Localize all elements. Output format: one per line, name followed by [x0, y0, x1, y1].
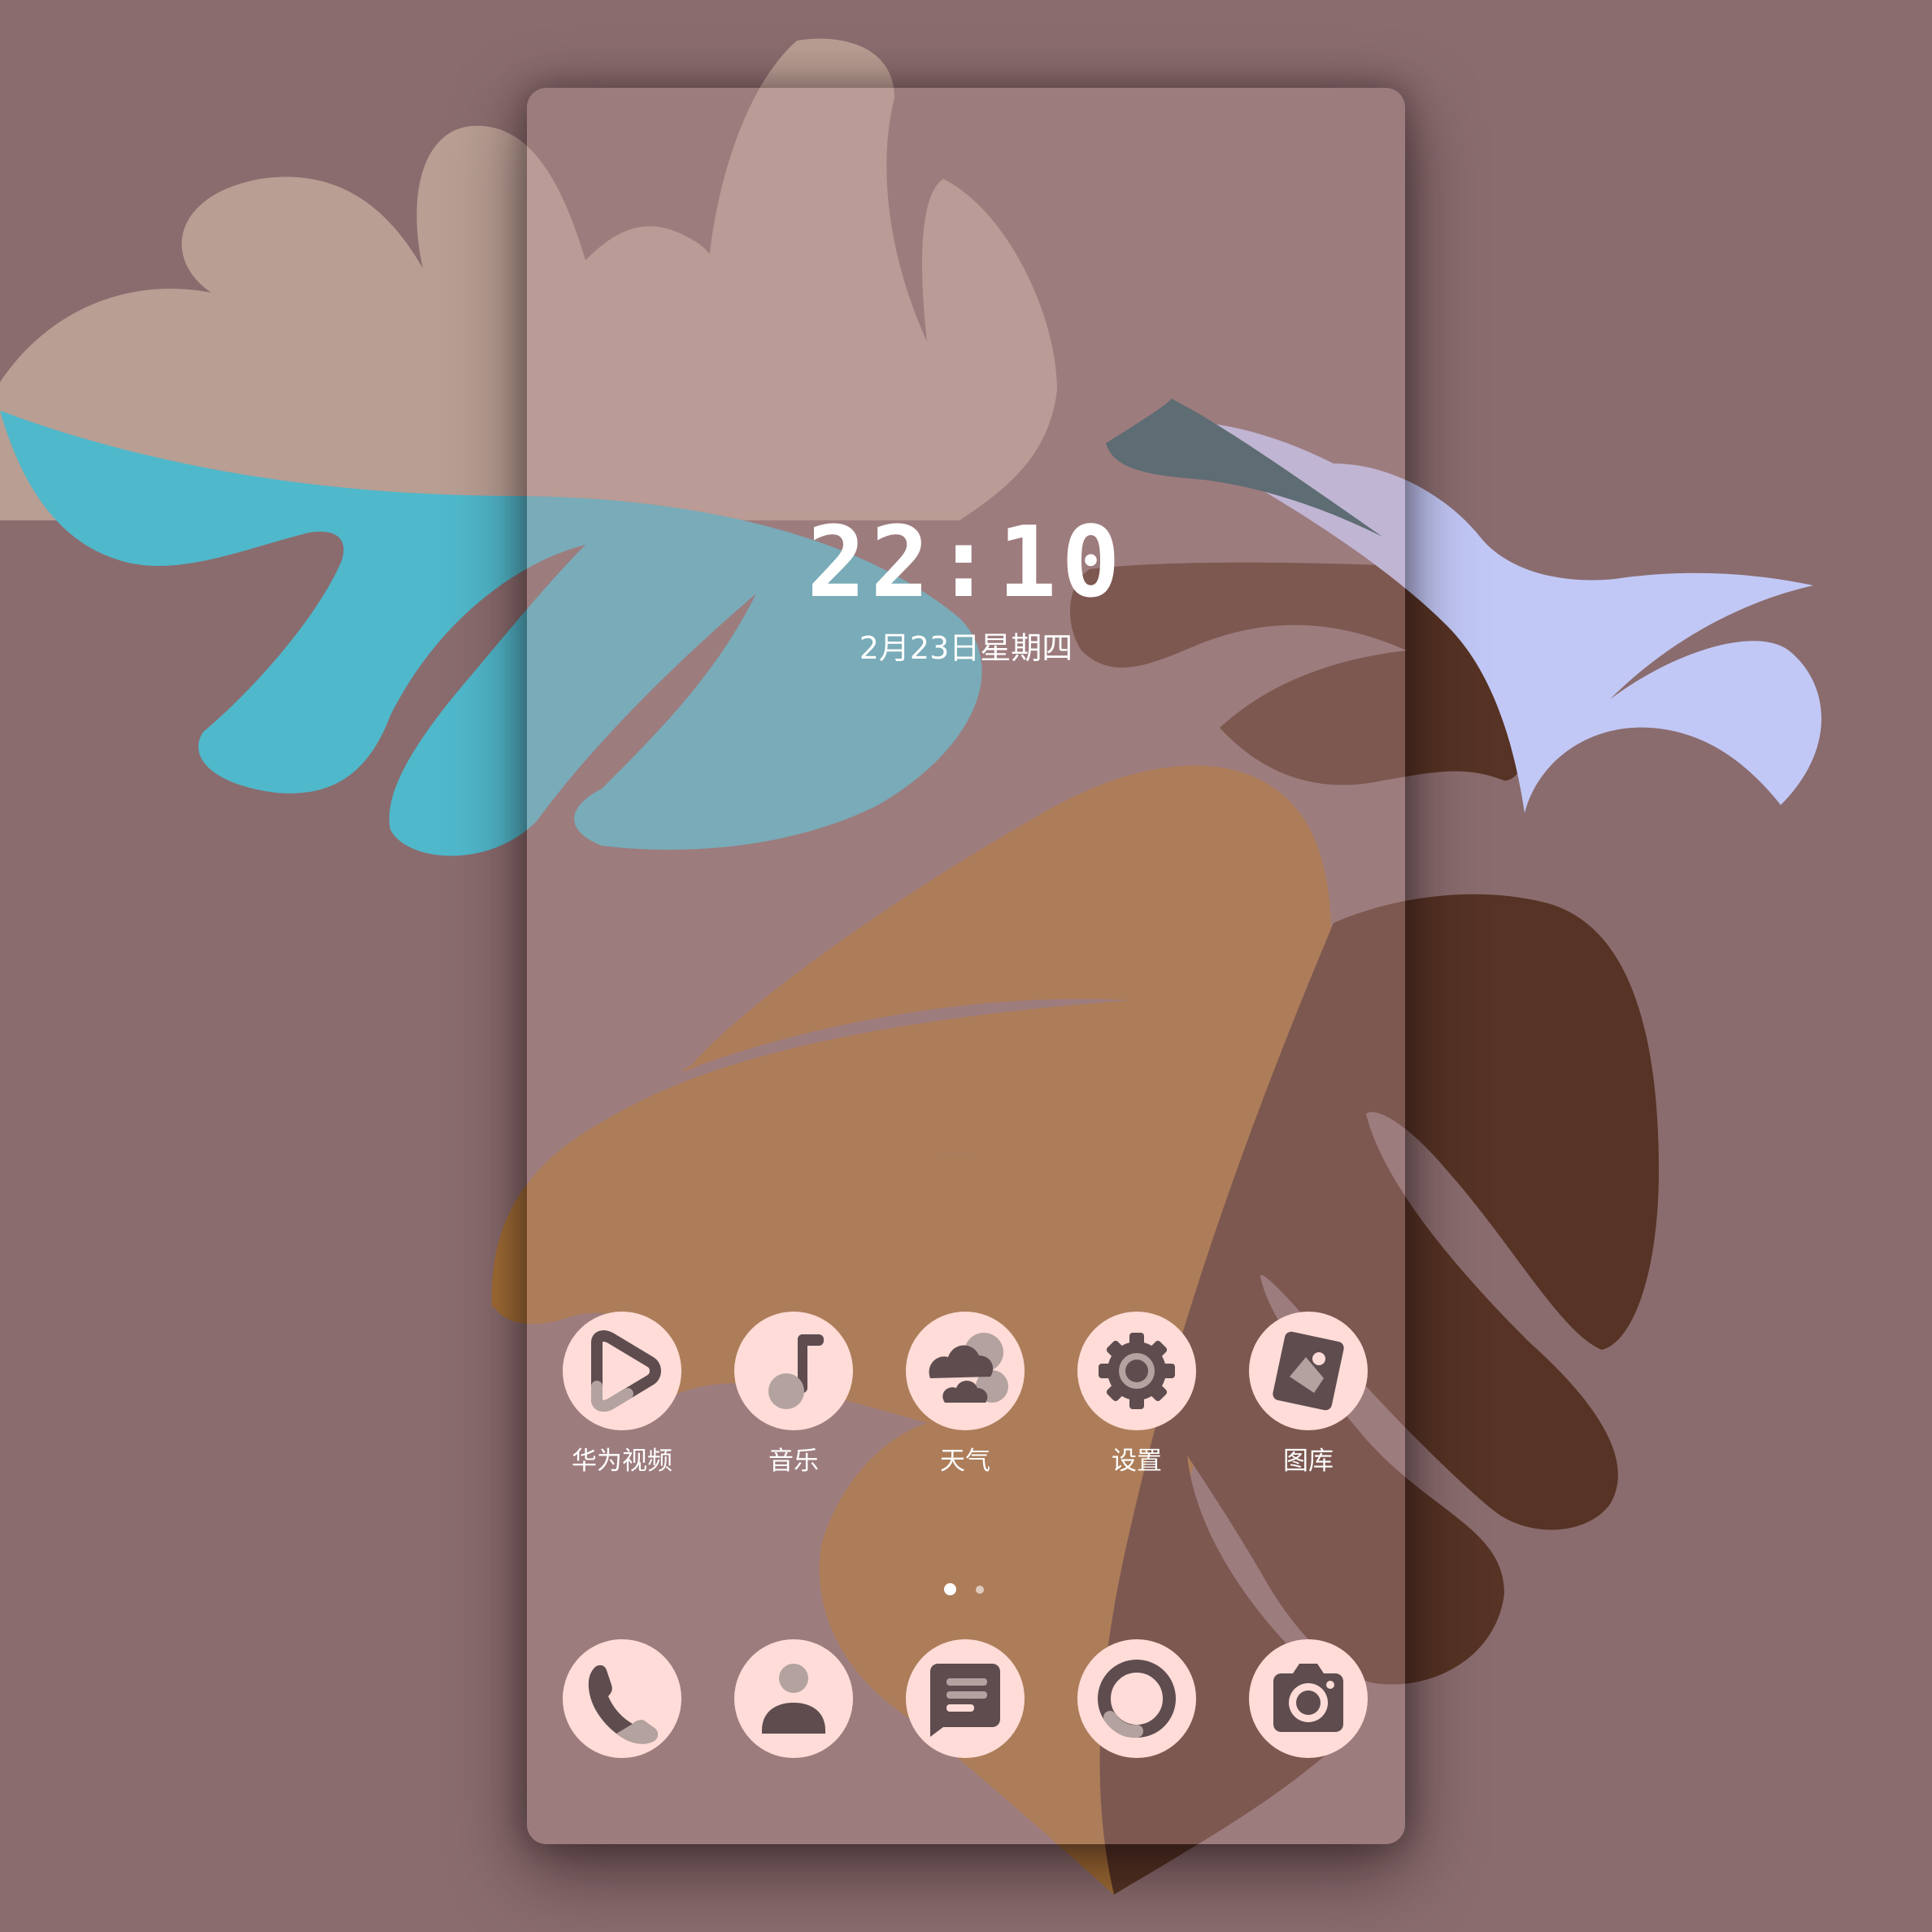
- app-label: 设置: [1112, 1447, 1162, 1476]
- video-icon: [563, 1312, 681, 1430]
- app-label: 华为视频: [572, 1447, 672, 1476]
- lockscreen-date: 2月23日星期四: [859, 630, 1073, 666]
- app-label: 音乐: [768, 1447, 819, 1476]
- gallery-icon: [1249, 1312, 1368, 1430]
- dock-messages[interactable]: [884, 1639, 1046, 1758]
- app-label: 图库: [1283, 1447, 1334, 1476]
- page-dot: [976, 1586, 984, 1594]
- dock-browser[interactable]: [1055, 1639, 1218, 1758]
- dock-phone[interactable]: [541, 1639, 703, 1758]
- app-huawei-video[interactable]: 华为视频: [541, 1312, 703, 1477]
- weather-icon: [906, 1312, 1025, 1430]
- music-icon: [734, 1312, 853, 1430]
- screen: 22:10 2月23日星期四 华为视频 音乐 天气 设置 图库: [0, 0, 1932, 1932]
- app-weather[interactable]: 天气: [884, 1312, 1046, 1477]
- gear-icon: [1077, 1312, 1196, 1430]
- lockscreen-time: 22:10: [807, 507, 1125, 620]
- dock-camera[interactable]: [1227, 1639, 1390, 1758]
- app-settings[interactable]: 设置: [1055, 1312, 1218, 1477]
- phone-screen: 22:10 2月23日星期四 华为视频 音乐 天气 设置 图库: [527, 88, 1405, 1844]
- app-label: 天气: [940, 1447, 990, 1476]
- camera-icon: [1249, 1639, 1368, 1758]
- app-gallery[interactable]: 图库: [1227, 1312, 1390, 1477]
- dock-contacts[interactable]: [712, 1639, 875, 1758]
- browser-icon: [1077, 1639, 1196, 1758]
- app-music[interactable]: 音乐: [712, 1312, 875, 1477]
- contacts-icon: [734, 1639, 853, 1758]
- page-indicator: [527, 1581, 1405, 1597]
- messages-icon: [906, 1639, 1025, 1758]
- page-dot-active: [944, 1583, 956, 1595]
- phone-icon: [563, 1639, 681, 1758]
